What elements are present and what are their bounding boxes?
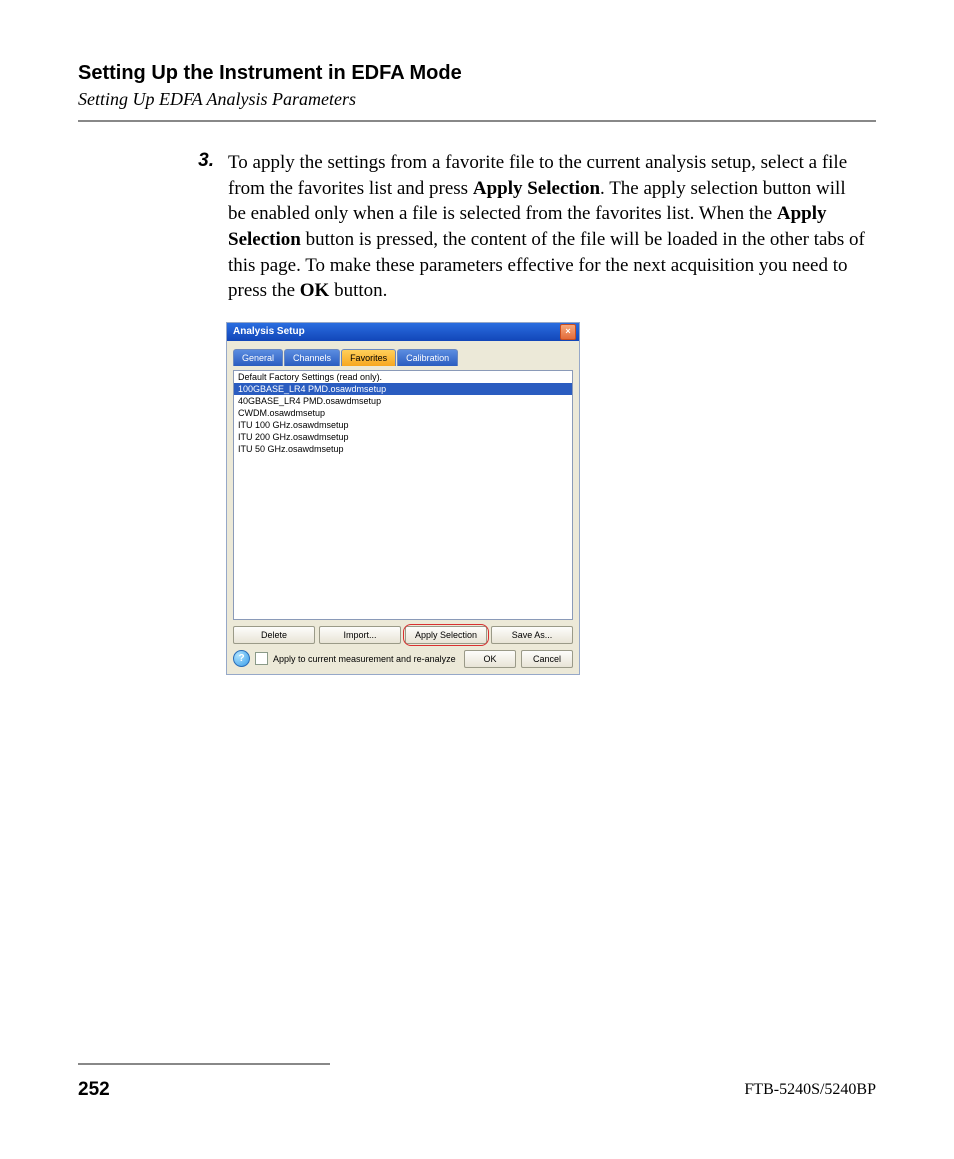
page-number: 252 xyxy=(78,1079,110,1101)
favorites-button-row: Delete Import... Apply Selection Save As… xyxy=(233,626,573,644)
tab-general[interactable]: General xyxy=(233,349,283,366)
step-bold-c: OK xyxy=(300,280,330,301)
list-item[interactable]: Default Factory Settings (read only). xyxy=(234,371,572,383)
step-bold-a: Apply Selection xyxy=(473,178,600,199)
section-title: Setting Up the Instrument in EDFA Mode xyxy=(78,62,876,85)
list-item[interactable]: ITU 50 GHz.osawdmsetup xyxy=(234,443,572,455)
instruction-step: 3. To apply the settings from a favorite… xyxy=(178,150,866,304)
list-item[interactable]: CWDM.osawdmsetup xyxy=(234,407,572,419)
list-item[interactable]: 40GBASE_LR4 PMD.osawdmsetup xyxy=(234,395,572,407)
dialog-bottom-row: ? Apply to current measurement and re-an… xyxy=(233,650,573,668)
list-item[interactable]: ITU 100 GHz.osawdmsetup xyxy=(234,419,572,431)
favorites-listbox[interactable]: Default Factory Settings (read only). 10… xyxy=(233,370,573,620)
step-text: To apply the settings from a favorite fi… xyxy=(228,150,866,304)
ok-button[interactable]: OK xyxy=(464,650,516,668)
close-icon[interactable]: × xyxy=(560,324,576,340)
tab-favorites[interactable]: Favorites xyxy=(341,349,396,366)
delete-button[interactable]: Delete xyxy=(233,626,315,644)
list-item[interactable]: ITU 200 GHz.osawdmsetup xyxy=(234,431,572,443)
help-icon[interactable]: ? xyxy=(233,650,250,667)
product-model: FTB-5240S/5240BP xyxy=(744,1081,876,1099)
tab-calibration[interactable]: Calibration xyxy=(397,349,458,366)
cancel-button[interactable]: Cancel xyxy=(521,650,573,668)
header-rule xyxy=(78,120,876,122)
reanalyze-label: Apply to current measurement and re-anal… xyxy=(273,654,459,664)
step-text-d: button. xyxy=(329,280,387,301)
dialog-title: Analysis Setup xyxy=(230,326,560,337)
import-button[interactable]: Import... xyxy=(319,626,401,644)
apply-selection-button[interactable]: Apply Selection xyxy=(405,626,487,644)
dialog-titlebar: Analysis Setup × xyxy=(227,323,579,341)
footer-rule xyxy=(78,1063,330,1065)
list-item[interactable]: 100GBASE_LR4 PMD.osawdmsetup xyxy=(234,383,572,395)
dialog-tabs: General Channels Favorites Calibration xyxy=(233,349,573,366)
analysis-setup-dialog: Analysis Setup × General Channels Favori… xyxy=(226,322,580,675)
save-as-button[interactable]: Save As... xyxy=(491,626,573,644)
dialog-body: General Channels Favorites Calibration D… xyxy=(227,341,579,674)
reanalyze-checkbox[interactable] xyxy=(255,652,268,665)
tab-channels[interactable]: Channels xyxy=(284,349,340,366)
section-subtitle: Setting Up EDFA Analysis Parameters xyxy=(78,89,876,110)
step-number: 3. xyxy=(178,150,228,172)
